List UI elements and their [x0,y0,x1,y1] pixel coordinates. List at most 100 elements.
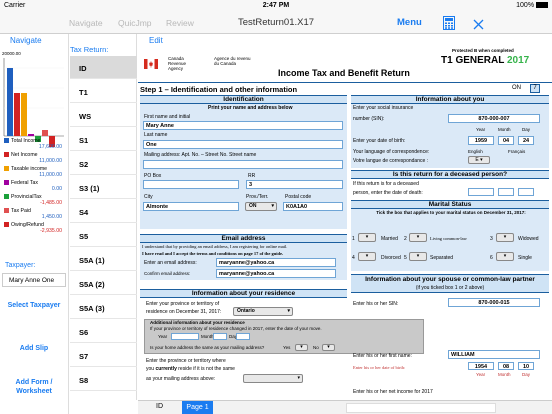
language-dropdown[interactable]: E ▾ [468,156,490,164]
postal-code-field[interactable]: K0A1A0 [283,202,343,211]
return-item-s7[interactable]: S7 [70,344,137,367]
single-checkbox[interactable]: ▾ [496,252,514,261]
return-item-s3-1[interactable]: S3 (1) [70,176,137,199]
tax-return-list: Tax Return: ID T1 WS S1 S2 S3 (1) S4 S5 … [70,34,137,400]
chevron-down-icon: ▾ [287,308,290,314]
dob-year-field[interactable]: 1959 [468,136,494,145]
spouse-first-name-label: Enter his or her first name: [353,353,412,359]
prov-label: Prov./Terr. [246,194,269,200]
dob-year-label: Year [476,127,486,132]
divorced-checkbox[interactable]: ▾ [358,252,376,261]
move-day-field[interactable] [236,333,250,340]
return-item-s6[interactable]: S6 [70,320,137,343]
spouse-net-income-label: Enter his or her net income for 2017 [353,389,433,395]
sin-label-2: number (SIN): [353,116,385,122]
return-item-s5a-1[interactable]: S5A (1) [70,248,137,271]
taxpayer-label: Taxpayer: [5,262,36,269]
sin-label: Enter your social insurance [353,105,414,111]
po-box-field[interactable] [143,180,239,189]
death-day-field[interactable] [518,188,534,196]
move-month-field[interactable] [213,333,227,340]
province-dropdown[interactable]: ON ▾ [245,202,277,211]
close-icon[interactable] [473,17,484,30]
mailing-address-field[interactable] [143,160,343,169]
agency-en: Canada Revenue Agency [168,56,187,71]
deceased-text-1: If this return is for a deceased [353,181,419,187]
page-tab-bar: ID Page 1 [138,400,552,414]
calculator-icon[interactable] [443,16,455,30]
return-item-s8[interactable]: S8 [70,368,137,391]
add-slip-button[interactable]: Add Slip [2,344,66,353]
bar-net-income [14,93,20,136]
city-field[interactable]: Almonte [143,202,239,211]
document-title: TestReturn01.X17 [237,17,315,28]
email-enter-label: Enter an email address: [144,260,197,266]
chevron-down-icon: ▾ [416,234,420,240]
return-item-s5[interactable]: S5 [70,224,137,247]
current-province-question-2: you currently reside if it is not the sa… [146,366,235,372]
residence-province-dropdown[interactable]: Ontario ▾ [233,307,293,316]
navigate-label: Navigate [10,36,42,45]
current-province-question-3: as your mailing address above: [146,376,216,382]
spouse-dob-day-field[interactable]: 10 [518,362,534,370]
id-tab[interactable]: ID [156,403,163,410]
marital-5-num: 5 [404,255,407,261]
legend-owing-refund: Owing/Refund -2,935.00 [4,222,66,234]
legend-net-income: Net Income 11,000.00 [4,152,66,164]
first-name-label: First name and initial [144,114,191,120]
residence-province-question: Enter your province or territory of [146,301,220,307]
chevron-down-icon: ▾ [271,203,274,209]
yes-dropdown[interactable]: ▾ [295,344,308,351]
return-item-id[interactable]: ID [70,56,137,79]
return-item-s1[interactable]: S1 [70,128,137,151]
email-text-2: I have read and I accept the terms and c… [142,251,284,256]
deceased-heading: Is this return for a deceased person? [351,170,549,179]
separated-checkbox[interactable]: ▾ [409,252,427,261]
page-scrollbar[interactable] [346,403,496,413]
agency-fr: Agence du revenu du Canada [214,56,251,66]
top-navigation-bar: Navigate QuicJmp Review TestReturn01.X17… [0,12,552,34]
current-province-dropdown[interactable]: ▾ [243,374,303,383]
married-checkbox[interactable]: ▾ [358,233,376,242]
postal-label: Postal code [285,194,312,200]
francais-label: Français [508,149,526,154]
spouse-dob-month-field[interactable]: 08 [498,362,514,370]
select-taxpayer-button[interactable]: Select Taxpayer [2,301,66,310]
protected-label: Protected B when completed [452,48,514,53]
t1-form: Protected B when completed Canada Revenu… [138,48,552,400]
widowed-checkbox[interactable]: ▾ [496,233,514,242]
rr-field[interactable]: 3 [246,180,343,189]
spouse-first-name-field[interactable]: WILLIAM [448,350,540,359]
additional-residence-text: If your province or territory of residen… [150,326,322,331]
common-law-checkbox[interactable]: ▾ [409,233,427,242]
marital-4-num: 4 [352,255,355,261]
taxpayer-name-field[interactable]: Mary Anne One [2,273,66,287]
add-form-button[interactable]: Add Form / Worksheet [2,378,66,396]
return-item-s4[interactable]: S4 [70,200,137,223]
dob-day-field[interactable]: 24 [518,136,534,145]
province-code: ON [512,85,521,91]
confirm-email-field[interactable]: maryanne@yahoo.ca [216,269,336,278]
return-item-t1[interactable]: T1 [70,80,137,103]
return-item-s5a-3[interactable]: S5A (3) [70,296,137,319]
chevron-down-icon: ▾ [297,375,300,381]
legend-total-income: Total Income 17,600.00 [4,138,66,150]
email-text-1: I understand that by providing an email … [142,244,288,249]
menu-button[interactable]: Menu [397,17,422,28]
email-field[interactable]: maryanne@yahoo.ca [216,258,336,267]
move-year-field[interactable] [171,333,199,340]
return-item-s5a-2[interactable]: S5A (2) [70,272,137,295]
no-dropdown[interactable]: ▾ [322,344,335,351]
first-name-field[interactable]: Mary Anne [143,121,343,130]
page-1-tab[interactable]: Page 1 [182,401,213,414]
return-item-ws[interactable]: WS [70,104,137,127]
dob-month-field[interactable]: 04 [498,136,514,145]
spouse-sin-label: Enter his or her SIN: [353,301,399,307]
last-name-field[interactable]: One [143,140,343,149]
death-month-field[interactable] [498,188,514,196]
return-item-s2[interactable]: S2 [70,152,137,175]
spouse-sin-field[interactable]: 870-000-015 [448,298,540,307]
spouse-dob-year-field[interactable]: 1954 [468,362,494,370]
death-year-field[interactable] [468,188,494,196]
sin-field[interactable]: 870-000-007 [448,114,540,123]
